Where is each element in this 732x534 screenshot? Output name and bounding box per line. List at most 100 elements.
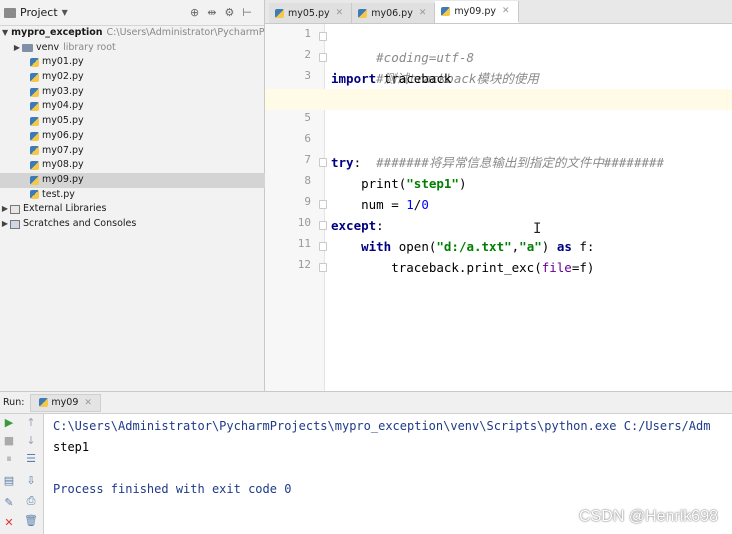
- code-line-12[interactable]: traceback.print_exc(file=f): [331, 257, 732, 278]
- rerun-icon[interactable]: ▶: [2, 416, 16, 430]
- run-tab-label: my09: [51, 397, 79, 408]
- tab-my06[interactable]: my06.py ✕: [352, 3, 436, 23]
- collapse-all-icon[interactable]: ⇹: [207, 6, 216, 19]
- fold-marker-icon[interactable]: [319, 221, 327, 230]
- tree-item-hint: library root: [63, 41, 116, 53]
- python-file-icon: [30, 190, 39, 200]
- code-token: f:: [571, 239, 595, 254]
- collapse-arrow-icon[interactable]: ▶: [0, 217, 10, 232]
- code-line-5[interactable]: [331, 110, 732, 131]
- stop-icon[interactable]: ■: [2, 434, 16, 448]
- fold-marker-icon[interactable]: [319, 263, 327, 272]
- fold-marker-icon[interactable]: [319, 200, 327, 209]
- tree-item-file[interactable]: my07.py: [0, 144, 265, 159]
- tree-item-label: my03.py: [42, 85, 84, 97]
- run-label: Run:: [3, 397, 25, 408]
- code-line-9[interactable]: num = 1/0: [331, 194, 732, 215]
- python-file-icon: [30, 161, 39, 171]
- code-line-8[interactable]: print("step1"): [331, 173, 732, 194]
- scroll-up-icon[interactable]: ↑: [24, 416, 38, 430]
- line-number: 1: [304, 27, 311, 40]
- collapse-arrow-icon[interactable]: ▶: [12, 41, 22, 56]
- expand-arrow-icon[interactable]: ▼: [2, 26, 8, 41]
- line-number: 7: [304, 153, 311, 166]
- tree-item-venv[interactable]: ▶ venv library root: [0, 41, 265, 56]
- code-line-7[interactable]: try:: [331, 152, 732, 173]
- tree-item-label: my05.py: [42, 115, 84, 127]
- project-panel-toolbar: ⊕ ⇹ ⚙ ⊢: [190, 6, 252, 19]
- code-token: ): [541, 239, 557, 254]
- console-output-line: step1: [53, 440, 90, 454]
- project-tool-window: Project ▼ ⊕ ⇹ ⚙ ⊢ ▼ mypro_exception C:\U…: [0, 0, 274, 391]
- close-run-icon[interactable]: ✕: [2, 516, 16, 530]
- fold-marker-icon[interactable]: [319, 53, 327, 62]
- python-file-icon: [30, 102, 39, 112]
- fold-marker-icon[interactable]: [319, 32, 327, 41]
- run-tab-my09[interactable]: my09 ✕: [30, 393, 101, 412]
- restore-layout-icon[interactable]: ▤: [2, 474, 16, 488]
- scroll-down-icon[interactable]: ↓: [24, 434, 38, 448]
- library-icon: [10, 205, 20, 215]
- python-file-icon: [30, 87, 39, 97]
- code-line-1[interactable]: #coding=utf-8: [331, 26, 732, 65]
- hide-panel-icon[interactable]: ⊢: [242, 6, 252, 19]
- tree-item-file[interactable]: my03.py: [0, 85, 265, 100]
- pin-tab-icon[interactable]: ✎: [2, 496, 16, 510]
- line-number: 12: [297, 258, 311, 271]
- tree-item-file[interactable]: my02.py: [0, 70, 265, 85]
- python-file-icon: [275, 8, 284, 18]
- project-view-selector[interactable]: Project: [20, 6, 58, 19]
- string-token: "step1": [406, 176, 459, 191]
- tab-my09[interactable]: my09.py ✕: [435, 1, 519, 23]
- pause-icon[interactable]: ⏸: [2, 452, 16, 466]
- tree-item-label: mypro_exception: [11, 27, 103, 38]
- number-token: 0: [421, 197, 429, 212]
- close-icon[interactable]: ✕: [502, 6, 510, 16]
- soft-wrap-icon[interactable]: ☰: [24, 452, 38, 466]
- code-line-3[interactable]: import traceback: [331, 68, 732, 89]
- tree-item-file[interactable]: my04.py: [0, 99, 265, 114]
- gear-icon[interactable]: ⚙: [224, 6, 234, 19]
- python-file-icon: [30, 72, 39, 82]
- code-line-10[interactable]: except:: [331, 215, 732, 236]
- scroll-to-end-icon[interactable]: ⇩: [24, 474, 38, 488]
- code-line-11[interactable]: with open("d:/a.txt","a") as f:: [331, 236, 732, 257]
- line-number-gutter[interactable]: 1 2 3 4 5 6 7 8 9 10 11 12: [265, 24, 327, 391]
- close-icon[interactable]: ✕: [419, 8, 427, 18]
- line-number: 6: [304, 132, 311, 145]
- keyword-token: try: [331, 155, 354, 170]
- tree-item-scratches[interactable]: ▶ Scratches and Consoles: [0, 217, 265, 232]
- fold-marker-icon[interactable]: [319, 158, 327, 167]
- tree-item-project-root[interactable]: ▼ mypro_exception C:\Users\Administrator…: [0, 26, 274, 41]
- tree-item-file[interactable]: my01.py: [0, 55, 265, 70]
- tree-item-file[interactable]: test.py: [0, 188, 265, 203]
- tree-item-external-libraries[interactable]: ▶ External Libraries: [0, 202, 265, 217]
- code-line-4-current[interactable]: [265, 89, 732, 110]
- tree-item-label: my09.py: [42, 173, 84, 185]
- tree-item-file[interactable]: my05.py: [0, 114, 265, 129]
- python-file-icon: [30, 116, 39, 126]
- tree-item-file-selected[interactable]: my09.py: [0, 172, 265, 188]
- collapse-arrow-icon[interactable]: ▶: [0, 202, 10, 217]
- print-icon[interactable]: ⎙: [24, 494, 38, 508]
- fold-marker-icon[interactable]: [319, 242, 327, 251]
- tree-item-label: my01.py: [42, 56, 84, 68]
- close-icon[interactable]: ✕: [84, 398, 92, 408]
- python-file-icon: [441, 6, 451, 16]
- tab-my05[interactable]: my05.py ✕: [269, 3, 353, 23]
- string-token: "a": [519, 239, 542, 254]
- chevron-down-icon[interactable]: ▼: [62, 8, 68, 17]
- code-line-2[interactable]: #测试trackback模块的使用: [331, 47, 732, 86]
- close-icon[interactable]: ✕: [336, 8, 344, 18]
- scratches-icon: [10, 219, 20, 229]
- line-number: 5: [304, 111, 311, 124]
- scroll-from-source-icon[interactable]: ⊕: [190, 6, 199, 19]
- project-panel-header: Project ▼ ⊕ ⇹ ⚙ ⊢: [0, 0, 264, 26]
- code-token: num =: [331, 197, 407, 212]
- tree-item-file[interactable]: my06.py: [0, 129, 265, 144]
- tree-item-file[interactable]: my08.py: [0, 158, 265, 173]
- code-token: ): [458, 176, 467, 191]
- code-area[interactable]: #coding=utf-8 #测试trackback模块的使用 import t…: [265, 24, 732, 391]
- code-line-6[interactable]: #######将异常信息输出到指定的文件中########: [331, 131, 732, 170]
- clear-all-icon[interactable]: 🗑: [24, 514, 38, 528]
